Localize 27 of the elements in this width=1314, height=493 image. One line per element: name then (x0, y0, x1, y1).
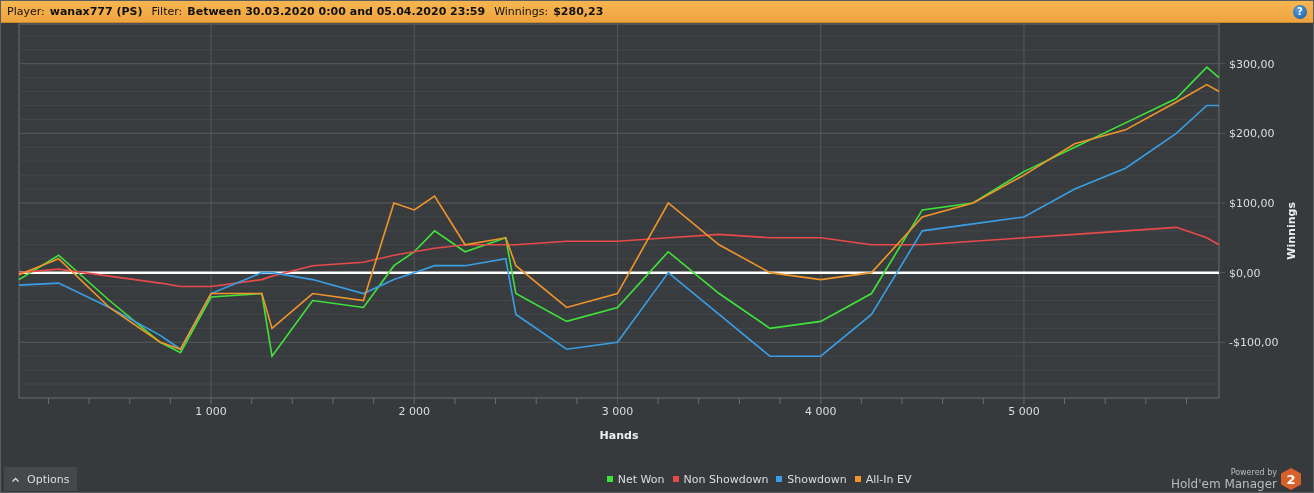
axis-label: 1 000 (195, 405, 227, 418)
legend-label: Non Showdown (683, 472, 769, 486)
axis-label: $100,00 (1229, 197, 1275, 210)
axis-label: -$100,00 (1229, 336, 1279, 350)
caret-icon (12, 476, 19, 482)
options-button[interactable]: Options (4, 467, 78, 491)
field-value: wanax777 (PS) (49, 5, 143, 18)
field-value: Between 30.03.2020 0:00 and 05.04.2020 23:59 (187, 5, 486, 18)
axis-label: 4 000 (804, 405, 837, 418)
field-label: Player: (7, 5, 45, 18)
axis-label: 5 000 (1008, 405, 1040, 418)
axis-label: 2 000 (398, 405, 430, 418)
axis-title: Hands (599, 429, 639, 442)
axis-label: $300,00 (1229, 57, 1275, 71)
axis-label: $0,00 (1229, 266, 1261, 280)
field-label: Winnings: (494, 5, 549, 18)
logo-badge: 2 (1281, 468, 1301, 490)
brand-name: Hold'em Manager (1170, 476, 1277, 491)
axis-label: 3 000 (601, 405, 634, 418)
field-value: $280,23 (553, 5, 604, 18)
axis-title: Winnings (1285, 202, 1298, 260)
brand-caption: Powered by (1230, 467, 1277, 477)
legend-label: Net Won (617, 472, 665, 486)
legend-label: All-In EV (865, 472, 912, 486)
axis-label: $200,00 (1229, 127, 1275, 141)
legend-label: Showdown (787, 472, 847, 486)
field-label: Filter: (151, 5, 183, 18)
